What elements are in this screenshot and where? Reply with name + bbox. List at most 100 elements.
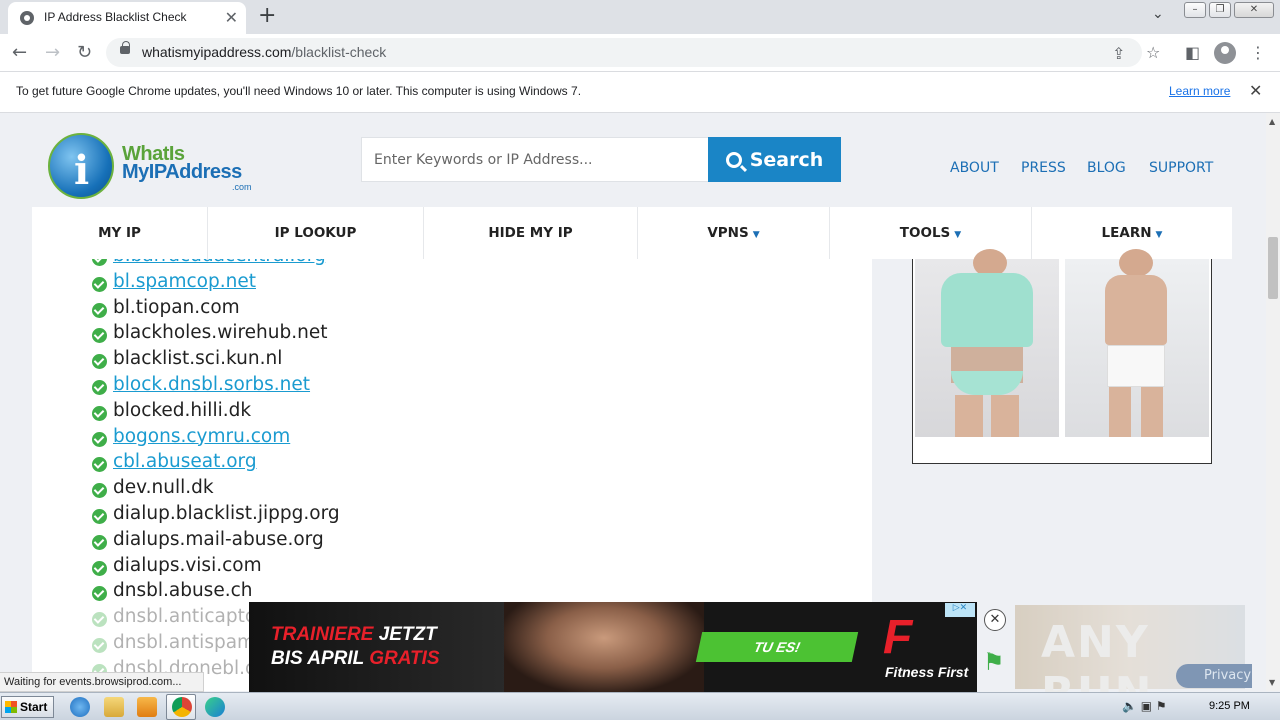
lock-icon[interactable] (120, 41, 130, 54)
nav-hide-my-ip[interactable]: HIDE MY IP (424, 207, 638, 259)
blacklist-name: dialups.visi.com (113, 554, 262, 576)
reload-icon[interactable]: ↻ (77, 42, 92, 63)
check-circle-icon (92, 612, 107, 628)
infobar-close-icon[interactable]: ✕ (1249, 81, 1262, 100)
check-circle-icon (92, 259, 107, 266)
clock[interactable]: 9:25 PM (1209, 700, 1250, 712)
ad-product-image-2[interactable] (1065, 249, 1209, 437)
logo-text-2: MyIPAddress (122, 161, 242, 183)
close-window-button[interactable]: ✕ (1234, 2, 1274, 18)
ad-headline-2: BIS APRIL GRATIS (271, 648, 440, 669)
support-link[interactable]: SUPPORT (1149, 160, 1213, 176)
restore-button[interactable]: ❐ (1209, 2, 1231, 18)
ie-icon[interactable] (70, 697, 90, 717)
tab-active[interactable]: IP Address Blacklist Check ✕ (8, 2, 246, 34)
side-panel-icon[interactable]: ◧ (1185, 43, 1200, 62)
tab-strip: IP Address Blacklist Check ✕ + ⌄ – ❐ ✕ (0, 0, 1280, 34)
tab-title: IP Address Blacklist Check (44, 10, 187, 24)
edge-icon[interactable] (205, 697, 225, 717)
chrome-icon (172, 697, 192, 717)
url-text[interactable]: whatismyipaddress.com/blacklist-check (142, 44, 386, 60)
globe-logo-icon (48, 133, 114, 199)
tab-close-icon[interactable]: ✕ (225, 8, 238, 27)
page-scrollbar[interactable]: ▲ ▼ (1266, 113, 1280, 691)
ad-close-icon[interactable]: ✕ (984, 609, 1006, 631)
bookmark-star-icon[interactable]: ☆ (1146, 43, 1160, 62)
logo-text-3: .com (232, 182, 252, 192)
freestar-logo-icon[interactable]: ⚑ (983, 648, 1005, 676)
status-bubble: Waiting for events.browsiprod.com... (0, 672, 204, 692)
tab-search-chevron-icon[interactable]: ⌄ (1152, 6, 1164, 22)
press-link[interactable]: PRESS (1021, 160, 1066, 176)
blacklist-link[interactable]: b.barracudacentral.org (113, 259, 326, 266)
check-circle-icon (92, 457, 107, 473)
privacy-button[interactable]: Privacy (1176, 664, 1252, 688)
blacklist-name: blacklist.sci.kun.nl (113, 348, 283, 370)
nav-tools[interactable]: TOOLS ▼ (830, 207, 1032, 259)
check-circle-icon (92, 534, 107, 550)
ad-person-image (504, 602, 704, 692)
site-logo[interactable]: WhatIs MyIPAddress .com (46, 131, 276, 203)
main-navbar: MY IP IP LOOKUP HIDE MY IP VPNS ▼ TOOLS ▼ … (32, 207, 1232, 259)
ad-brand-name: Fitness First (885, 664, 969, 680)
scroll-up-icon[interactable]: ▲ (1269, 117, 1275, 126)
check-circle-icon (92, 276, 107, 292)
nav-vpns[interactable]: VPNS ▼ (638, 207, 830, 259)
browser-toolbar: ← → ↻ whatismyipaddress.com/blacklist-ch… (0, 34, 1280, 72)
blacklist-name: bl.tiopan.com (113, 296, 240, 318)
check-circle-icon (92, 483, 107, 499)
blacklist-link[interactable]: bl.spamcop.net (113, 271, 256, 292)
check-circle-icon (92, 380, 107, 395)
check-circle-icon (92, 586, 107, 602)
check-circle-icon (92, 354, 107, 370)
system-tray[interactable]: 🔈 ▣ ⚑ (1122, 699, 1167, 713)
start-button[interactable]: Start (1, 696, 54, 718)
infobar-message: To get future Google Chrome updates, you… (16, 84, 582, 98)
address-bar[interactable]: whatismyipaddress.com/blacklist-check ⇪ (106, 38, 1142, 67)
explorer-folder-icon[interactable] (104, 697, 124, 717)
blacklist-link[interactable]: block.dnsbl.sorbs.net (113, 374, 310, 395)
sidebar-ad[interactable] (912, 249, 1212, 464)
caret-down-icon: ▼ (954, 230, 962, 240)
blacklist-name: dnsbl.abuse.ch (113, 580, 253, 602)
scroll-down-icon[interactable]: ▼ (1269, 678, 1275, 687)
minimize-button[interactable]: – (1184, 2, 1206, 18)
adchoices-icon[interactable]: ▷✕ (945, 603, 975, 617)
learn-more-link[interactable]: Learn more (1169, 84, 1230, 98)
blog-link[interactable]: BLOG (1087, 160, 1126, 176)
search-button[interactable]: Search (708, 137, 841, 182)
forward-arrow-icon[interactable]: → (45, 42, 60, 63)
search-icon (725, 151, 742, 168)
check-circle-icon (92, 328, 107, 344)
ad-headline-1: TRAINIERE JETZT (271, 624, 437, 645)
nav-ip-lookup[interactable]: IP LOOKUP (208, 207, 424, 259)
new-tab-button[interactable]: + (258, 3, 276, 28)
check-circle-icon (92, 560, 107, 576)
blacklist-link[interactable]: cbl.abuseat.org (113, 451, 257, 472)
check-circle-icon (92, 431, 107, 447)
fitness-first-logo-icon: F (883, 611, 913, 664)
ad-cta-button[interactable]: TU ES! (695, 632, 859, 662)
bottom-banner-ad[interactable]: TRAINIERE JETZT BIS APRIL GRATIS TU ES! … (249, 602, 977, 692)
back-arrow-icon[interactable]: ← (12, 42, 27, 63)
check-circle-icon (92, 405, 107, 421)
ad-product-image-1[interactable] (915, 249, 1059, 437)
nav-my-ip[interactable]: MY IP (32, 207, 208, 259)
scrollbar-thumb[interactable] (1268, 237, 1278, 299)
blacklist-name: dev.null.dk (113, 477, 214, 499)
search-input[interactable] (361, 137, 709, 182)
caret-down-icon: ▼ (752, 230, 760, 240)
blacklist-name: dialup.blacklist.jippg.org (113, 503, 340, 524)
share-icon[interactable]: ⇪ (1112, 44, 1125, 63)
blacklist-link[interactable]: bogons.cymru.com (113, 426, 290, 447)
blacklist-name: dialups.mail-abuse.org (113, 528, 324, 550)
profile-avatar-icon[interactable] (1214, 42, 1236, 64)
media-player-icon[interactable] (137, 697, 157, 717)
chrome-taskbar-button[interactable] (166, 694, 196, 720)
update-infobar: To get future Google Chrome updates, you… (0, 72, 1280, 113)
menu-kebab-icon[interactable]: ⋮ (1250, 43, 1266, 62)
caret-down-icon: ▼ (1155, 230, 1163, 240)
about-link[interactable]: ABOUT (950, 160, 999, 176)
windows-taskbar: Start 🔈 ▣ ⚑ 9:25 PM (0, 692, 1280, 720)
check-circle-icon (92, 302, 107, 318)
